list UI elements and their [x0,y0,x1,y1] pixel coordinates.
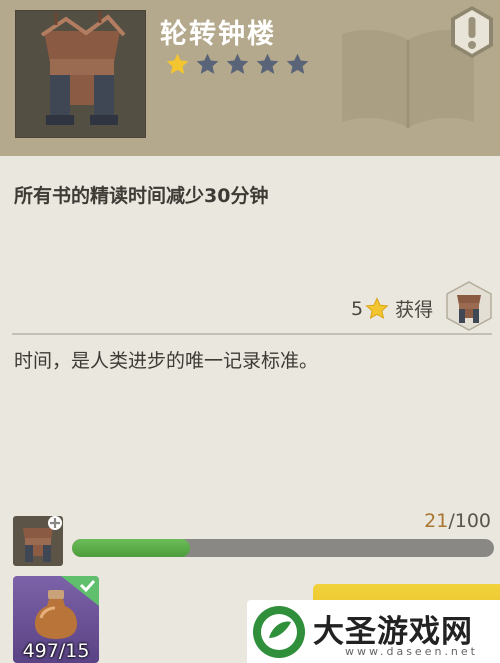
effect-description: 所有书的精读时间减少30分钟 [14,185,269,207]
star-empty-icon [256,53,279,74]
progress-fill [72,539,191,557]
item-portrait [15,10,146,138]
fragment-plus-icon [48,516,62,530]
progress-total: 100 [454,510,491,532]
info-icon[interactable] [448,5,496,59]
watermark-logo-icon [253,606,305,658]
star-empty-icon [226,53,249,74]
star-filled-icon [166,53,189,74]
resource-slot[interactable]: 497/15 [13,576,99,663]
reward-label: 获得 [395,299,434,321]
item-header: 轮转钟楼 [0,0,500,156]
progress-current: 21 [424,510,449,532]
star-empty-icon [196,53,219,74]
clock-tower-thumb-icon [446,281,492,331]
reward-star-count: 5 [351,297,364,320]
watermark: 大圣游戏网 www.daseen.net [247,600,500,663]
section-divider [12,333,492,335]
clock-tower-icon [40,11,126,125]
star-empty-icon [286,53,309,74]
flavor-text: 时间，是人类进步的唯一记录标准。 [14,350,319,372]
reward-cost: 5 获得 [351,295,433,322]
watermark-url: www.daseen.net [345,645,478,658]
resource-count: 497/15 [22,640,90,662]
check-icon [61,576,99,606]
star-rating [165,52,310,77]
progress-counter: 21/100 [424,510,491,532]
progress-bar [72,539,494,557]
item-title: 轮转钟楼 [160,19,276,50]
star-icon [365,296,389,319]
